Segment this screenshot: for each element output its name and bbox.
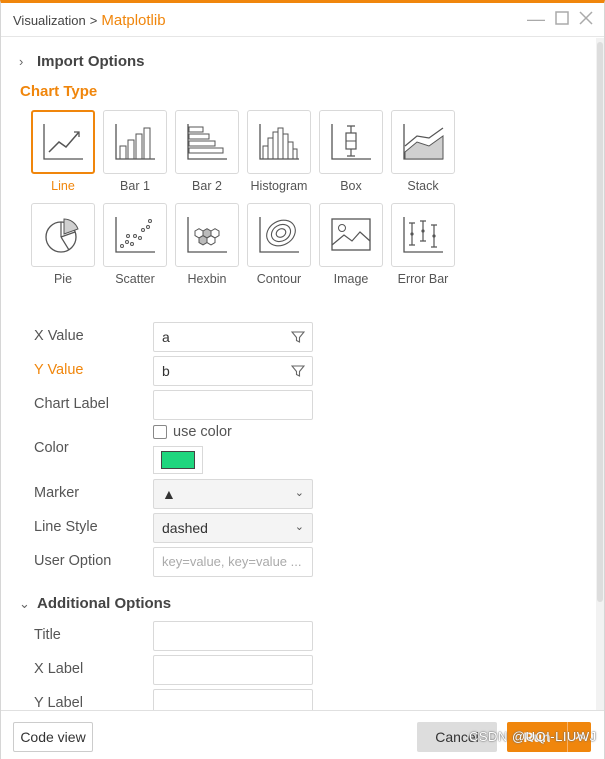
chart-type-label: Pie	[53, 272, 73, 286]
y-value-label: Y Value	[34, 362, 84, 378]
use-color-checkbox[interactable]: use color	[153, 424, 232, 440]
filter-icon[interactable]	[291, 330, 305, 344]
chart-type-label: Hexbin	[187, 272, 227, 286]
line-style-label: Line Style	[34, 519, 98, 535]
dialog-body[interactable]: › Import Options Chart Type Line Bar 1 B…	[1, 38, 596, 710]
additional-options-header[interactable]: ⌄ Additional Options	[19, 595, 171, 612]
pie-chart-icon	[45, 218, 79, 253]
chart-type-contour[interactable]: Contour	[247, 203, 311, 286]
scatter-plot-icon	[115, 217, 155, 253]
line-chart-icon	[43, 124, 83, 160]
x-value-field[interactable]: a	[153, 322, 313, 352]
chart-type-label: Bar 2	[192, 179, 222, 193]
x-value-text: a	[162, 329, 170, 345]
user-option-input[interactable]: key=value, key=value ...	[153, 547, 313, 577]
y-label-input[interactable]	[153, 689, 313, 710]
x-label-input[interactable]	[153, 655, 313, 685]
chart-type-error-bar[interactable]: Error Bar	[391, 203, 455, 286]
chart-type-box[interactable]: Box	[319, 110, 383, 193]
import-options-header[interactable]: › Import Options	[19, 53, 145, 70]
histogram-icon	[259, 124, 299, 160]
error-bar-icon	[403, 217, 443, 253]
marker-label: Marker	[34, 485, 80, 501]
chart-type-image[interactable]: Image	[319, 203, 383, 286]
color-label: Color	[34, 440, 69, 456]
x-value-label: X Value	[34, 328, 84, 344]
color-picker-button[interactable]	[153, 446, 203, 474]
chart-type-label: Image	[333, 272, 369, 286]
chart-type-label: Error Bar	[397, 272, 449, 286]
chart-type-label: Contour	[256, 272, 302, 286]
y-label-label: Y Label	[34, 695, 83, 710]
chart-type-stack[interactable]: Stack	[391, 110, 455, 193]
chart-label-label: Chart Label	[34, 396, 109, 412]
scrollbar-thumb[interactable]	[597, 42, 603, 602]
chart-type-scatter[interactable]: Scatter	[103, 203, 167, 286]
close-icon[interactable]	[576, 9, 596, 29]
chart-label-input[interactable]	[153, 390, 313, 420]
chart-type-label: Stack	[407, 179, 439, 193]
user-option-placeholder: key=value, key=value ...	[162, 554, 302, 569]
chevron-down-icon: ⌄	[294, 487, 304, 499]
use-color-label: use color	[173, 424, 232, 440]
chart-type-label: Scatter	[115, 272, 155, 286]
additional-options-label: Additional Options	[37, 595, 172, 612]
maximize-icon[interactable]	[552, 9, 572, 29]
y-value-field[interactable]: b	[153, 356, 313, 386]
x-label-label: X Label	[34, 661, 84, 677]
watermark: CSDN @UQI-LIUWJ	[469, 729, 597, 744]
chart-type-label: Line	[51, 179, 75, 193]
title-label: Title	[34, 627, 61, 643]
image-icon	[331, 218, 371, 251]
horizontal-bar-chart-icon	[187, 124, 227, 160]
chart-type-hexbin[interactable]: Hexbin	[175, 203, 239, 286]
code-view-button[interactable]: Code view	[13, 722, 93, 752]
line-style-value: dashed	[162, 520, 208, 536]
chevron-right-icon: ›	[19, 54, 24, 69]
checkbox-icon[interactable]	[153, 425, 167, 439]
import-options-label: Import Options	[37, 53, 145, 70]
breadcrumb: Visualization > Matplotlib	[13, 12, 166, 29]
breadcrumb-separator: >	[89, 13, 98, 28]
scrollbar[interactable]	[596, 38, 604, 710]
title-bar: Visualization > Matplotlib —	[1, 3, 604, 37]
title-input[interactable]	[153, 621, 313, 651]
user-option-label: User Option	[34, 553, 112, 569]
marker-select[interactable]: ▲ ⌄	[153, 479, 313, 509]
hexbin-icon	[187, 217, 227, 253]
chevron-down-icon: ⌄	[19, 595, 30, 611]
chart-type-bar-1[interactable]: Bar 1	[103, 110, 167, 193]
stacked-area-icon	[403, 124, 444, 160]
box-plot-icon	[331, 124, 371, 160]
breadcrumb-current: Matplotlib	[101, 12, 166, 29]
marker-value: ▲	[162, 486, 176, 502]
chart-type-label: Bar 1	[120, 179, 150, 193]
minimize-icon[interactable]: —	[526, 9, 546, 29]
contour-icon	[259, 217, 299, 253]
chart-type-label: Chart Type	[20, 83, 98, 100]
chevron-down-icon: ⌄	[294, 521, 304, 533]
chart-type-histogram[interactable]: Histogram	[247, 110, 311, 193]
bar-chart-icon	[115, 124, 155, 160]
filter-icon[interactable]	[291, 364, 305, 378]
matplotlib-dialog: Visualization > Matplotlib — › Import Opti…	[0, 0, 605, 759]
chart-type-pie[interactable]: Pie	[31, 203, 95, 286]
chart-type-label: Histogram	[250, 179, 308, 193]
y-value-text: b	[162, 363, 170, 379]
line-style-select[interactable]: dashed ⌄	[153, 513, 313, 543]
chart-type-label: Box	[340, 179, 362, 193]
color-swatch	[161, 451, 195, 469]
chart-type-line[interactable]: Line	[31, 110, 95, 193]
chart-type-bar-2[interactable]: Bar 2	[175, 110, 239, 193]
breadcrumb-parent[interactable]: Visualization	[13, 13, 86, 28]
